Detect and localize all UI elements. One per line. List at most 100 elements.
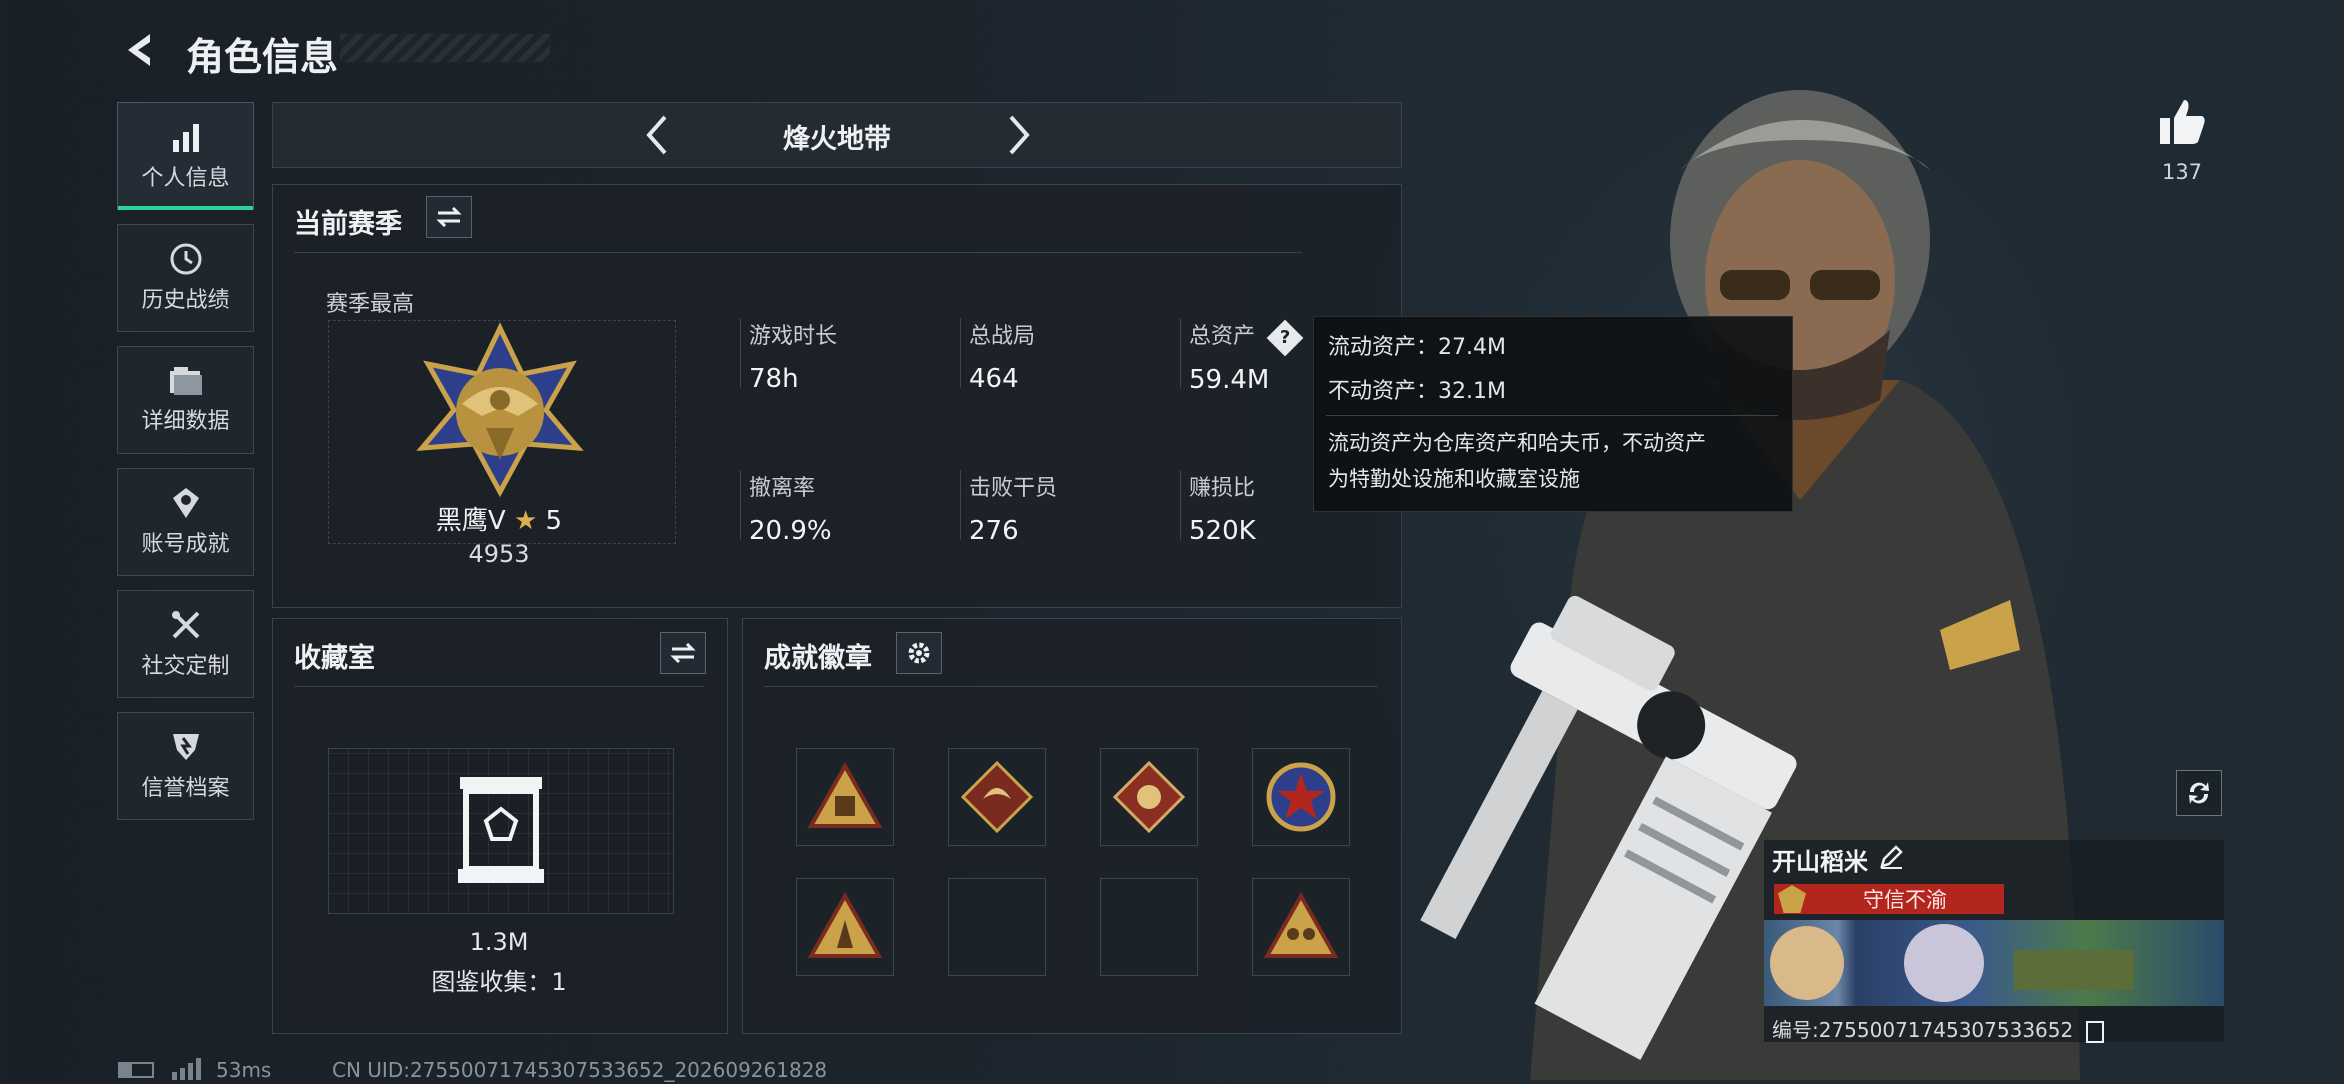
tooltip-liquid-assets: 流动资产：27.4M xyxy=(1328,335,1506,360)
title-badge-label: 守信不渝 xyxy=(1863,888,1947,912)
tooltip-desc-line1: 流动资产为仓库资产和哈夫币，不动资产 xyxy=(1328,431,1706,455)
badge-slot-3[interactable] xyxy=(1100,748,1198,846)
player-id: 编号:27550071745307533652 xyxy=(1772,1014,2104,1043)
badge-slot-2[interactable] xyxy=(948,748,1046,846)
sidebar-item-label: 账号成就 xyxy=(141,532,230,557)
help-icon[interactable]: ? xyxy=(1266,319,1304,357)
stat-label: 总战局 xyxy=(969,324,1036,349)
stat-profit-ratio: 赚损比 520K xyxy=(1180,470,1256,546)
badges-settings-button[interactable] xyxy=(896,632,942,674)
rank-points: 4953 xyxy=(468,540,530,568)
beast-badge-icon xyxy=(1112,760,1186,834)
stat-label: 撤离率 xyxy=(749,476,816,501)
collection-switch-button[interactable] xyxy=(660,632,706,674)
like-count: 137 xyxy=(2161,160,2203,184)
back-button[interactable] xyxy=(118,28,162,72)
badge-slot-7-empty[interactable] xyxy=(1100,878,1198,976)
collection-preview[interactable] xyxy=(328,748,674,914)
banner-equipment xyxy=(2014,950,2134,990)
badge-slot-5[interactable] xyxy=(796,878,894,976)
badges-divider xyxy=(764,686,1378,687)
mode-title: 烽火地带 xyxy=(783,124,891,155)
shield-icon xyxy=(172,734,199,760)
season-switch-button[interactable] xyxy=(426,196,472,238)
player-banner[interactable] xyxy=(1764,920,2224,1006)
badge-slot-8[interactable] xyxy=(1252,878,1350,976)
sidebar-item-personal-info[interactable]: 个人信息 xyxy=(117,102,254,210)
star-icon: ★ xyxy=(513,506,538,536)
rank-emblem xyxy=(400,320,600,500)
swap-icon xyxy=(436,207,462,227)
tools-icon xyxy=(171,611,199,639)
edit-icon[interactable] xyxy=(1878,844,1904,870)
badge-slot-1[interactable] xyxy=(796,748,894,846)
refresh-icon xyxy=(2189,782,2209,804)
mode-selector: 烽火地带 xyxy=(272,102,1402,168)
chevron-right-icon xyxy=(1009,115,1030,155)
stat-total-assets: 总资产 ? 59.4M xyxy=(1180,318,1304,395)
achievement-icon xyxy=(172,488,199,518)
stat-value: 78h xyxy=(749,364,799,394)
stat-operators-defeated: 击败干员 276 xyxy=(960,470,1058,546)
sidebar-item-detailed-data[interactable]: 详细数据 xyxy=(117,346,254,454)
tooltip-divider xyxy=(1326,415,1778,416)
tooltip-fixed-assets: 不动资产：32.1M xyxy=(1328,379,1506,404)
title-badge-emblem xyxy=(1778,885,1806,913)
stat-label: 击败干员 xyxy=(969,476,1058,501)
clock-icon xyxy=(170,243,201,275)
player-name: 开山稻米 xyxy=(1772,848,1868,876)
gear-icon xyxy=(908,642,930,664)
back-arrow-icon xyxy=(128,34,150,66)
folder-icon xyxy=(169,367,202,395)
sidebar-item-label: 详细数据 xyxy=(141,409,230,434)
display-case-icon xyxy=(458,777,544,883)
stat-value: 276 xyxy=(969,516,1019,546)
banner-avatar-1 xyxy=(1770,926,1844,1000)
banner-avatar-2 xyxy=(1904,924,1984,1002)
stat-label: 赚损比 xyxy=(1189,476,1256,501)
sidebar-item-achievements[interactable]: 账号成就 xyxy=(117,468,254,576)
signal-icon xyxy=(172,1058,201,1080)
sidebar-item-social[interactable]: 社交定制 xyxy=(117,590,254,698)
badges-title: 成就徽章 xyxy=(764,643,872,674)
sidebar-item-label: 社交定制 xyxy=(141,654,230,679)
season-divider xyxy=(294,252,1302,253)
stat-value: 520K xyxy=(1189,516,1256,546)
eagle-rank-icon xyxy=(416,322,584,498)
player-card: 开山稻米 守信不渝 编号:27550071745307533652 xyxy=(1764,840,2224,1043)
refresh-button[interactable] xyxy=(2176,770,2222,816)
sidebar-item-history[interactable]: 历史战绩 xyxy=(117,224,254,332)
assets-tooltip: 流动资产：27.4M 不动资产：32.1M 流动资产为仓库资产和哈夫币，不动资产… xyxy=(1313,316,1793,512)
page-title: 角色信息 xyxy=(186,35,339,79)
star-medal-badge-icon xyxy=(1266,762,1336,832)
collection-value: 1.3M xyxy=(469,928,529,956)
title-badge: 守信不渝 xyxy=(1774,884,2004,914)
title-decoration xyxy=(340,34,550,62)
rank-name-row: 黑鹰V ★ 5 xyxy=(326,500,672,537)
collection-title: 收藏室 xyxy=(294,643,375,674)
stat-label: 游戏时长 xyxy=(749,324,838,349)
season-best-label: 赛季最高 xyxy=(326,292,415,317)
badge-slot-6-empty[interactable] xyxy=(948,878,1046,976)
rank-stars: 5 xyxy=(545,506,563,536)
thumbs-up-icon xyxy=(2160,100,2205,144)
sidebar-item-label: 个人信息 xyxy=(141,166,230,191)
collection-codex: 图鉴收集：1 xyxy=(431,968,567,996)
stat-value: 59.4M xyxy=(1189,365,1270,395)
stat-label: 总资产 ? xyxy=(1189,318,1304,357)
stat-extraction-rate: 撤离率 20.9% xyxy=(740,470,832,546)
stat-value: 20.9% xyxy=(749,516,832,546)
next-mode-button[interactable] xyxy=(993,111,1043,159)
dragon-badge-icon xyxy=(960,760,1034,834)
triangle-crate-badge-icon xyxy=(807,762,883,828)
stat-value: 464 xyxy=(969,364,1019,394)
stat-play-time: 游戏时长 78h xyxy=(740,318,838,394)
like-button[interactable] xyxy=(2156,96,2208,148)
badge-slot-4[interactable] xyxy=(1252,748,1350,846)
sidebar-item-reputation[interactable]: 信誉档案 xyxy=(117,712,254,820)
triangle-tool-badge-icon xyxy=(807,892,883,958)
copy-icon[interactable] xyxy=(2085,1020,2104,1043)
season-title: 当前赛季 xyxy=(294,209,402,240)
stat-total-matches: 总战局 464 xyxy=(960,318,1036,394)
battery-icon xyxy=(118,1062,154,1078)
